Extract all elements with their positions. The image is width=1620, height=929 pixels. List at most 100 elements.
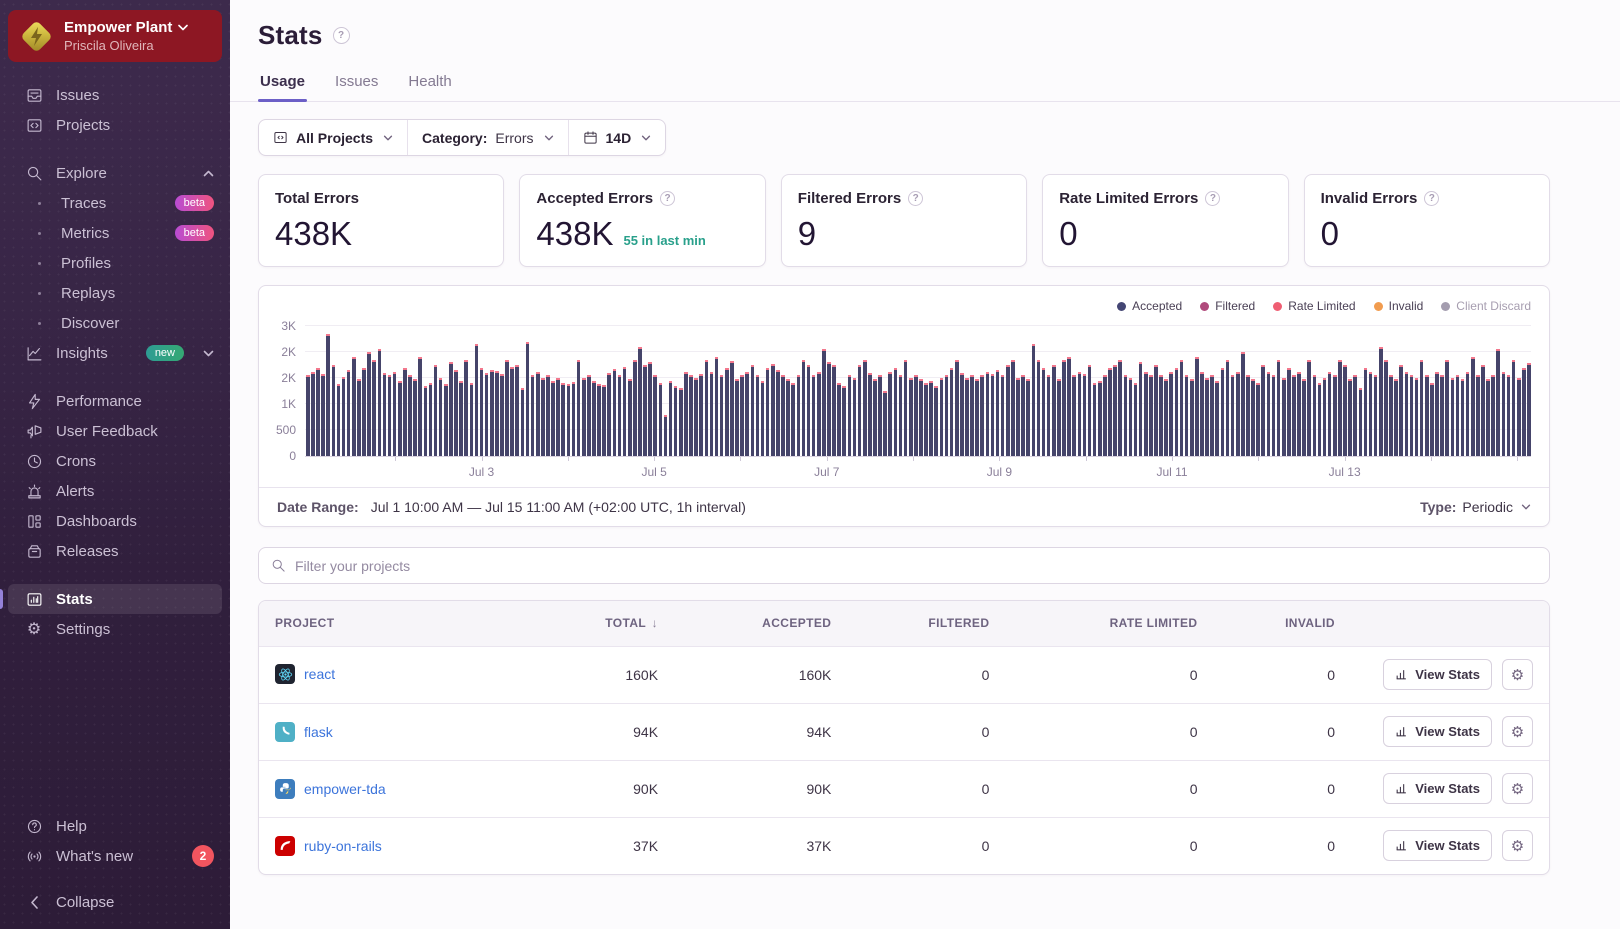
legend-item-client-discard[interactable]: Client Discard — [1441, 299, 1531, 313]
chart-bar — [1328, 372, 1332, 456]
chart-bar — [1088, 365, 1092, 456]
sidebar-item-settings[interactable]: ⚙ Settings — [0, 614, 230, 644]
main-content: Stats ? Usage Issues Health All Projects… — [230, 0, 1620, 929]
chart-plot-area: 05001K2K2K3K — [259, 315, 1549, 457]
broadcast-icon — [25, 847, 43, 865]
page-help-icon[interactable]: ? — [333, 27, 350, 44]
y-tick-label: 2K — [281, 345, 296, 359]
legend-item-accepted[interactable]: Accepted — [1117, 299, 1182, 313]
sidebar-item-alerts[interactable]: Alerts — [0, 476, 230, 506]
sidebar-item-metrics[interactable]: Metrics beta — [0, 218, 230, 248]
project-settings-button[interactable]: ⚙ — [1502, 773, 1533, 804]
sidebar-item-traces[interactable]: Traces beta — [0, 188, 230, 218]
sidebar-item-label: Explore — [56, 165, 190, 182]
cell-invalid: 0 — [1221, 646, 1359, 703]
project-link-react[interactable]: react — [275, 664, 335, 684]
sidebar-item-profiles[interactable]: Profiles — [0, 248, 230, 278]
view-stats-button[interactable]: View Stats — [1383, 716, 1492, 747]
view-stats-button[interactable]: View Stats — [1383, 773, 1492, 804]
view-stats-button[interactable]: View Stats — [1383, 659, 1492, 690]
column-header-project[interactable]: PROJECT — [259, 601, 539, 646]
chart-bar — [653, 375, 657, 456]
project-name: ruby-on-rails — [304, 838, 382, 854]
sidebar-item-help[interactable]: Help — [0, 811, 230, 841]
chart-bar — [1139, 362, 1143, 456]
chart-bar — [914, 375, 918, 456]
legend-item-rate-limited[interactable]: Rate Limited — [1273, 299, 1355, 313]
help-icon[interactable]: ? — [1205, 191, 1220, 206]
project-settings-button[interactable]: ⚙ — [1502, 830, 1533, 861]
sidebar-item-replays[interactable]: Replays — [0, 278, 230, 308]
help-icon[interactable]: ? — [660, 191, 675, 206]
chart-bar — [1067, 357, 1071, 456]
sidebar-item-crons[interactable]: Crons — [0, 446, 230, 476]
tab-issues[interactable]: Issues — [333, 67, 380, 101]
project-filter[interactable]: All Projects — [259, 120, 407, 155]
sidebar-item-explore[interactable]: Explore — [0, 158, 230, 188]
chart-bar — [638, 347, 642, 456]
project-filter-value: All Projects — [296, 130, 373, 146]
sidebar-item-insights[interactable]: Insights new — [0, 338, 230, 368]
date-range-filter[interactable]: 14D — [568, 120, 666, 155]
chart-bar — [1522, 368, 1526, 456]
chart-bar — [342, 377, 346, 456]
search-icon — [25, 164, 43, 182]
category-filter-value: Errors — [495, 130, 533, 146]
chart-bar — [337, 384, 341, 456]
chart-bar — [1011, 360, 1015, 456]
help-icon[interactable]: ? — [1424, 191, 1439, 206]
sidebar-item-collapse[interactable]: Collapse — [0, 887, 230, 917]
project-link-flask[interactable]: flask — [275, 722, 333, 742]
chart-bar — [1093, 383, 1097, 456]
sidebar-item-performance[interactable]: Performance — [0, 386, 230, 416]
project-link-ruby-on-rails[interactable]: ruby-on-rails — [275, 836, 382, 856]
tab-usage[interactable]: Usage — [258, 67, 307, 101]
chart-bar — [858, 365, 862, 456]
score-cards: Total Errors 438K Accepted Errors ? 438K… — [258, 174, 1550, 267]
sidebar-item-whats-new[interactable]: What's new 2 — [0, 841, 230, 871]
org-user: Priscila Oliveira — [64, 38, 188, 53]
chart-bar — [587, 375, 591, 456]
bolt-icon — [27, 26, 46, 47]
chart-bar — [541, 378, 545, 456]
project-settings-button[interactable]: ⚙ — [1502, 659, 1533, 690]
project-settings-button[interactable]: ⚙ — [1502, 716, 1533, 747]
chart-type-select[interactable]: Type: Periodic — [1420, 499, 1531, 515]
python-icon — [275, 779, 295, 799]
help-icon[interactable]: ? — [908, 191, 923, 206]
column-header-rate-limited[interactable]: RATE LIMITED — [1013, 601, 1221, 646]
legend-item-invalid[interactable]: Invalid — [1374, 299, 1424, 313]
sidebar-item-releases[interactable]: Releases — [0, 536, 230, 566]
view-stats-button[interactable]: View Stats — [1383, 830, 1492, 861]
sidebar: Empower Plant Priscila Oliveira Issues P… — [0, 0, 230, 929]
column-header-invalid[interactable]: INVALID — [1221, 601, 1359, 646]
date-range-value: Jul 1 10:00 AM — Jul 15 11:00 AM (+02:00… — [371, 499, 746, 515]
category-filter[interactable]: Category: Errors — [407, 120, 567, 155]
column-header-accepted[interactable]: ACCEPTED — [682, 601, 855, 646]
card-title: Total Errors — [275, 190, 359, 207]
x-tick — [568, 457, 569, 461]
y-tick-label: 2K — [281, 371, 296, 385]
cell-filtered: 0 — [855, 760, 1013, 817]
search-input[interactable] — [295, 558, 1537, 574]
sidebar-item-issues[interactable]: Issues — [0, 80, 230, 110]
chart-bar — [572, 382, 576, 456]
project-link-empower-tda[interactable]: empower-tda — [275, 779, 386, 799]
x-tick-label: Jul 11 — [1156, 465, 1187, 479]
chart-bar — [1113, 365, 1117, 456]
chart-bar — [597, 384, 601, 456]
column-header-total[interactable]: TOTAL ↓ — [539, 601, 682, 646]
siren-icon — [25, 482, 43, 500]
org-switcher[interactable]: Empower Plant Priscila Oliveira — [8, 10, 222, 62]
chart-bar — [1302, 379, 1306, 456]
sidebar-item-user-feedback[interactable]: User Feedback — [0, 416, 230, 446]
chevron-down-icon — [203, 350, 214, 357]
tab-health[interactable]: Health — [406, 67, 453, 101]
sidebar-item-projects[interactable]: Projects — [0, 110, 230, 140]
sidebar-item-discover[interactable]: Discover — [0, 308, 230, 338]
y-tick-label: 3K — [281, 319, 296, 333]
sidebar-item-stats[interactable]: Stats — [8, 584, 222, 614]
sidebar-item-dashboards[interactable]: Dashboards — [0, 506, 230, 536]
legend-item-filtered[interactable]: Filtered — [1200, 299, 1255, 313]
column-header-filtered[interactable]: FILTERED — [855, 601, 1013, 646]
